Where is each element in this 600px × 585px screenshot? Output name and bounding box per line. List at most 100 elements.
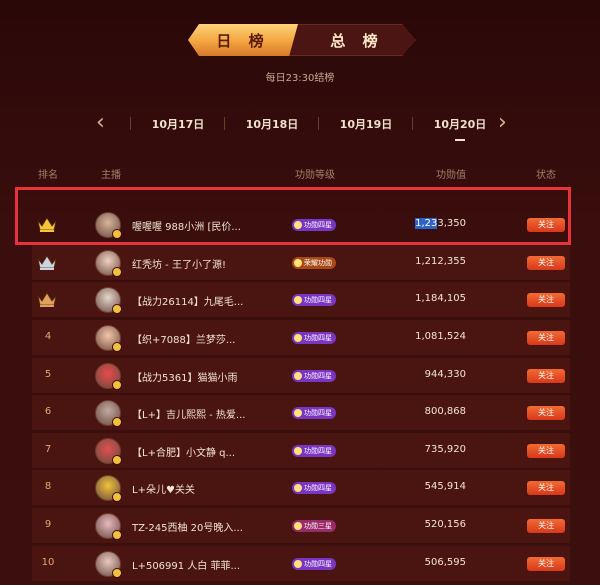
- merit-value: 1,184,105: [415, 293, 466, 304]
- follow-button[interactable]: 关注: [527, 444, 565, 458]
- follow-button[interactable]: 关注: [527, 293, 565, 307]
- table-row[interactable]: 红秃坊 - 王了小了源! 荣耀功勋 1,212,355 关注: [32, 245, 570, 280]
- live-badge-icon: [112, 568, 122, 578]
- follow-button[interactable]: 关注: [527, 481, 565, 495]
- divider: [130, 117, 131, 130]
- level-badge: 功勋四星: [292, 482, 336, 494]
- anchor-name[interactable]: 【织+7088】兰梦莎...: [132, 331, 235, 346]
- level-label: 功勋四星: [304, 334, 332, 342]
- date-selector: ‹ 10月17日 10月18日 10月19日 10月20日 ›: [96, 112, 514, 141]
- table-row[interactable]: 8 L+朵儿♥关关 功勋四星 545,914 关注: [32, 470, 570, 505]
- table-row[interactable]: 9 TZ-245西柚 20号晚入... 功勋三星 520,156 关注: [32, 508, 570, 543]
- anchor-name[interactable]: L+朵儿♥关关: [132, 481, 195, 496]
- medal-icon: [294, 484, 302, 492]
- merit-value: 520,156: [424, 519, 466, 530]
- level-label: 功勋四星: [304, 296, 332, 304]
- tab-daily[interactable]: 日 榜: [188, 24, 298, 56]
- crown-icon: [37, 292, 57, 307]
- rank-number: 7: [44, 444, 52, 455]
- anchor-name[interactable]: L+506991 人白 菲菲...: [132, 557, 240, 572]
- board-toggle: 日 榜 总 榜: [188, 24, 416, 56]
- table-row[interactable]: 6 【L+】吉儿熙熙 - 热爱... 功勋四星 800,868 关注: [32, 395, 570, 430]
- medal-icon: [294, 447, 302, 455]
- live-badge-icon: [112, 267, 122, 277]
- settle-time-text: 每日23:30结榜: [265, 73, 335, 84]
- anchor-name[interactable]: 【L+】吉儿熙熙 - 热爱...: [132, 406, 245, 421]
- level-badge: 功勋四星: [292, 558, 336, 570]
- follow-button[interactable]: 关注: [527, 557, 565, 571]
- level-label: 荣耀功勋: [304, 259, 332, 267]
- follow-button[interactable]: 关注: [527, 519, 565, 533]
- level-label: 功勋四星: [304, 409, 332, 417]
- merit-value: 1,081,524: [415, 331, 466, 342]
- divider: [412, 117, 413, 130]
- rank-number: 4: [44, 331, 52, 342]
- live-badge-icon: [112, 455, 122, 465]
- highlight-annotation: [15, 187, 571, 245]
- date-item-active[interactable]: 10月20日: [430, 116, 490, 132]
- level-badge: 功勋四星: [292, 294, 336, 306]
- level-badge: 荣耀功勋: [292, 257, 336, 269]
- merit-value: 506,595: [424, 557, 466, 568]
- date-item-3[interactable]: 10月19日: [336, 116, 396, 132]
- header-follow: 状态: [536, 170, 556, 181]
- medal-icon: [294, 522, 302, 530]
- active-date-indicator: [455, 139, 465, 141]
- divider: [318, 117, 319, 130]
- level-badge: 功勋四星: [292, 370, 336, 382]
- level-badge: 功勋四星: [292, 407, 336, 419]
- medal-icon: [294, 560, 302, 568]
- table-row[interactable]: 7 【L+合肥】小文静 q... 功勋四星 735,920 关注: [32, 433, 570, 468]
- table-row[interactable]: 4 【织+7088】兰梦莎... 功勋四星 1,081,524 关注: [32, 320, 570, 355]
- chevron-right-icon[interactable]: ›: [498, 112, 507, 134]
- live-badge-icon: [112, 380, 122, 390]
- rank-number: 10: [41, 557, 55, 568]
- table-row[interactable]: 5 【战力5361】猫猫小雨 功勋四星 944,330 关注: [32, 358, 570, 393]
- tab-total[interactable]: 总 榜: [298, 24, 416, 56]
- level-badge: 功勋四星: [292, 332, 336, 344]
- level-label: 功勋四星: [304, 372, 332, 380]
- crown-icon: [37, 255, 57, 270]
- medal-icon: [294, 372, 302, 380]
- merit-value: 545,914: [424, 481, 466, 492]
- medal-icon: [294, 296, 302, 304]
- table-row[interactable]: 10 L+506991 人白 菲菲... 功勋四星 506,595 关注: [32, 546, 570, 581]
- medal-icon: [294, 409, 302, 417]
- follow-button[interactable]: 关注: [527, 406, 565, 420]
- leaderboard-page: 日 榜 总 榜 每日23:30结榜 ‹ 10月17日 10月18日 10月19日…: [0, 0, 600, 585]
- date-item-1[interactable]: 10月17日: [148, 116, 208, 132]
- anchor-name[interactable]: 【L+合肥】小文静 q...: [132, 444, 235, 459]
- level-label: 功勋四星: [304, 560, 332, 568]
- table-row[interactable]: 【战力26114】九尾毛... 功勋四星 1,184,105 关注: [32, 282, 570, 317]
- date-item-2[interactable]: 10月18日: [242, 116, 302, 132]
- table-header: 排名 主播 功勋等级 功勋值 状态: [0, 166, 600, 181]
- live-badge-icon: [112, 304, 122, 314]
- level-badge: 功勋三星: [292, 520, 336, 532]
- level-label: 功勋四星: [304, 484, 332, 492]
- anchor-name[interactable]: 红秃坊 - 王了小了源!: [132, 256, 226, 271]
- live-badge-icon: [112, 417, 122, 427]
- follow-button[interactable]: 关注: [527, 331, 565, 345]
- follow-button[interactable]: 关注: [527, 256, 565, 270]
- merit-value: 944,330: [424, 369, 466, 380]
- medal-icon: [294, 259, 302, 267]
- anchor-name[interactable]: 【战力5361】猫猫小雨: [132, 369, 237, 384]
- anchor-name[interactable]: 【战力26114】九尾毛...: [132, 293, 243, 308]
- chevron-left-icon[interactable]: ‹: [96, 112, 105, 134]
- anchor-name[interactable]: TZ-245西柚 20号晚入...: [132, 519, 243, 534]
- live-badge-icon: [112, 530, 122, 540]
- rank-number: 8: [44, 481, 52, 492]
- merit-value: 1,212,355: [415, 256, 466, 267]
- level-badge: 功勋四星: [292, 445, 336, 457]
- header-value: 功勋值: [436, 170, 466, 181]
- rank-number: 9: [44, 519, 52, 530]
- merit-value: 800,868: [424, 406, 466, 417]
- level-label: 功勋四星: [304, 447, 332, 455]
- divider: [224, 117, 225, 130]
- follow-button[interactable]: 关注: [527, 369, 565, 383]
- header-anchor: 主播: [101, 170, 121, 181]
- level-label: 功勋三星: [304, 522, 332, 530]
- header-level: 功勋等级: [295, 170, 335, 181]
- live-badge-icon: [112, 492, 122, 502]
- merit-value: 735,920: [424, 444, 466, 455]
